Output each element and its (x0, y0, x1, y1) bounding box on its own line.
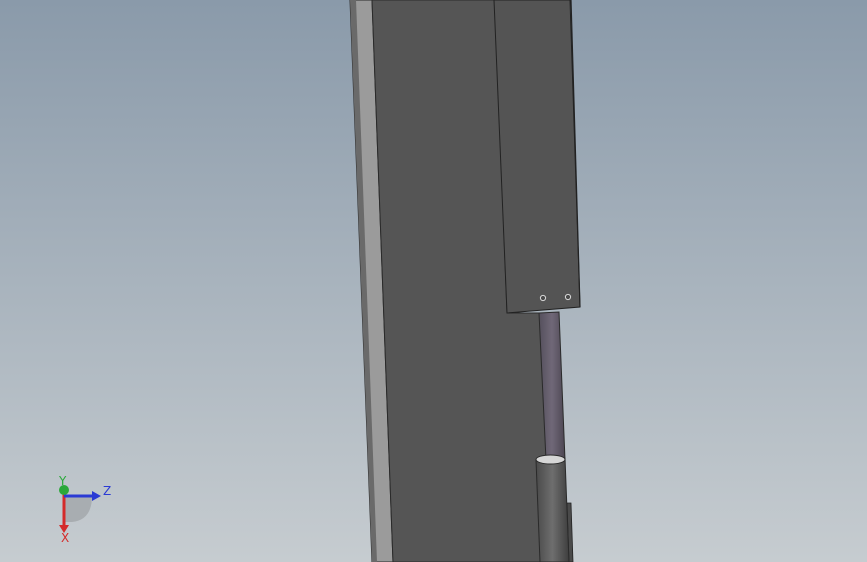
model-viewport[interactable]: Y Z X (0, 0, 867, 562)
orientation-triad: Y Z X (58, 474, 111, 544)
triad-shadow (64, 496, 92, 522)
z-axis-label: Z (103, 484, 111, 498)
mounting-hole[interactable] (564, 293, 572, 301)
x-axis-label: X (61, 531, 69, 544)
upper-bracket-plate[interactable] (493, 0, 581, 314)
cylinder-body[interactable] (535, 457, 570, 562)
y-axis-label: Y (58, 474, 67, 488)
cylinder-top[interactable] (535, 454, 566, 465)
cad-scene[interactable] (0, 0, 867, 562)
z-axis-arrow (92, 491, 101, 501)
mounting-hole[interactable] (539, 294, 547, 302)
